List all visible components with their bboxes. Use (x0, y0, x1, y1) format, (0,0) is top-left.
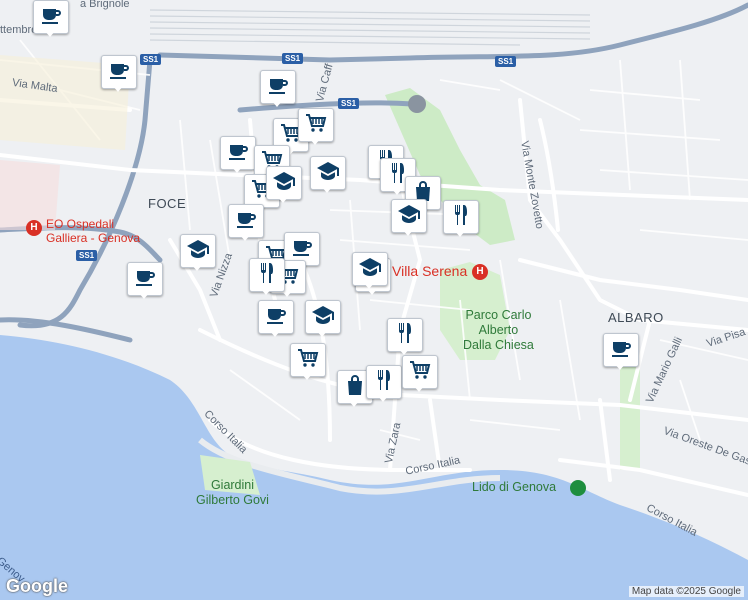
school-icon (397, 202, 421, 231)
street-label-brignole: a Brignole (80, 0, 130, 10)
map-marker[interactable] (387, 318, 423, 355)
map-marker[interactable] (366, 365, 402, 402)
map-marker[interactable] (305, 300, 341, 337)
map-marker[interactable] (258, 300, 294, 337)
road-shield: SS1 (76, 250, 98, 261)
map-marker[interactable] (180, 234, 216, 271)
place-label-parco[interactable]: Parco Carlo Alberto Dalla Chiesa (463, 308, 534, 353)
cafe-icon (264, 303, 288, 332)
place-label-lido[interactable]: Lido di Genova (472, 480, 556, 495)
hospital-icon[interactable]: H (26, 220, 42, 236)
map-marker[interactable] (290, 343, 326, 380)
restaurant-icon (372, 368, 396, 397)
place-label-giardini[interactable]: Giardini Gilberto Govi (196, 478, 269, 508)
school-icon (186, 237, 210, 266)
place-label-hospital-galliera[interactable]: EO Ospedali Galliera - Genova (46, 217, 140, 245)
map-marker[interactable] (101, 55, 137, 92)
restaurant-icon (255, 261, 279, 290)
map-marker[interactable] (220, 136, 256, 173)
shopping-bag-icon (343, 373, 367, 402)
cafe-icon (107, 58, 131, 87)
cafe-icon (234, 207, 258, 236)
map-marker[interactable] (266, 166, 302, 203)
district-label-foce: FOCE (148, 196, 187, 211)
map-marker[interactable] (260, 70, 296, 107)
beach-icon[interactable] (570, 480, 586, 496)
map-attribution[interactable]: Map data ©2025 Google (628, 586, 744, 597)
shopping-cart-icon (408, 358, 432, 387)
restaurant-icon (449, 203, 473, 232)
cafe-icon (609, 336, 633, 365)
google-logo: Google (6, 576, 68, 596)
road-shield: SS1 (140, 54, 162, 65)
university-icon[interactable] (408, 95, 426, 113)
road-shield: SS1 (495, 56, 517, 67)
cafe-icon (226, 139, 250, 168)
school-icon (358, 255, 382, 284)
road-shield: SS1 (282, 53, 304, 64)
map-marker[interactable] (33, 0, 69, 37)
cafe-icon (266, 73, 290, 102)
street-label-settembre: ttembre (0, 24, 38, 36)
shopping-cart-icon (304, 111, 328, 140)
map-marker[interactable] (298, 108, 334, 145)
map-marker[interactable] (402, 355, 438, 392)
school-icon (272, 169, 296, 198)
cafe-icon (39, 3, 63, 32)
restaurant-icon (393, 321, 417, 350)
district-label-albaro: ALBARO (608, 310, 664, 325)
school-icon (316, 159, 340, 188)
map-marker[interactable] (352, 252, 388, 289)
map-marker[interactable] (127, 262, 163, 299)
map-marker[interactable] (603, 333, 639, 370)
map-marker[interactable] (310, 156, 346, 193)
map-marker[interactable] (249, 258, 285, 295)
road-shield: SS1 (338, 98, 360, 109)
shopping-cart-icon (296, 346, 320, 375)
map-marker[interactable] (391, 199, 427, 236)
map-marker[interactable] (228, 204, 264, 241)
place-label-villa-serena[interactable]: Villa Serena (392, 263, 467, 279)
map-marker[interactable] (443, 200, 479, 237)
hospital-icon[interactable]: H (472, 264, 488, 280)
school-icon (311, 303, 335, 332)
map-canvas[interactable]: ttembre Via Malta a Brignole FOCE ALBARO… (0, 0, 748, 600)
cafe-icon (133, 265, 157, 294)
